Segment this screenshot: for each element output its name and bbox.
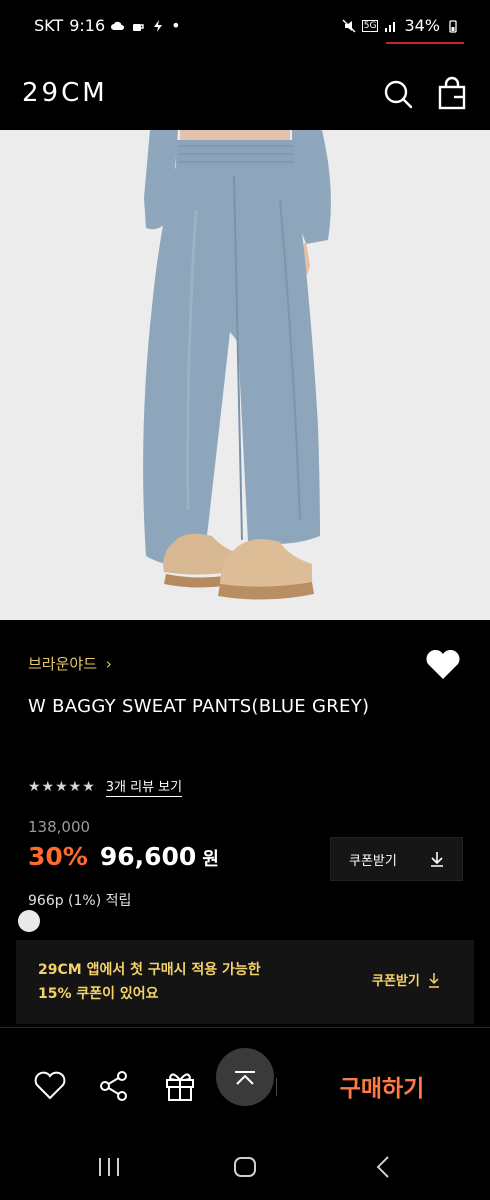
points-info: 966p (1%) 적립: [28, 893, 132, 909]
status-left: SKT 9:16 •: [34, 16, 181, 35]
sale-price: 96,600: [99, 842, 197, 871]
home-button[interactable]: [230, 1152, 260, 1182]
download-icon: [431, 852, 443, 867]
system-nav-bar: [0, 1132, 490, 1200]
notification-dot: •: [171, 16, 181, 35]
app-header: 29CM: [0, 58, 490, 130]
banner-coupon-label: 쿠폰받기: [372, 974, 420, 989]
buy-button[interactable]: 구매하기: [290, 1062, 474, 1110]
download-icon: [428, 972, 439, 988]
review-link[interactable]: 3개 리뷰 보기: [105, 776, 183, 797]
back-icon: [376, 1156, 389, 1178]
battery-low-indicator: [386, 42, 464, 44]
first-purchase-coupon-banner: 29CM 앱에서 첫 구매시 적용 가능한 15% 쿠폰이 있어요 쿠폰받기: [16, 940, 474, 1024]
mute-icon: [342, 19, 356, 32]
coupon-button-label: 쿠폰받기: [349, 853, 397, 869]
clock: 9:16: [69, 16, 106, 35]
floating-dot-handle[interactable]: [18, 910, 40, 932]
recents-button[interactable]: [94, 1152, 124, 1182]
heart-filled-icon: [426, 649, 460, 679]
logo-29cm[interactable]: 29CM: [22, 78, 108, 108]
original-price: 138,000: [28, 818, 91, 836]
coffee-icon: [133, 23, 144, 31]
product-image[interactable]: [0, 130, 490, 620]
gift-icon: [166, 1073, 194, 1101]
carrier-label: SKT: [34, 16, 64, 35]
cloud-icon: [111, 21, 125, 30]
search-button[interactable]: [380, 76, 416, 112]
back-button[interactable]: [368, 1152, 398, 1182]
banner-coupon-button[interactable]: 쿠폰받기: [372, 970, 440, 989]
signal-icon: [385, 21, 396, 32]
product-info: 브라운야드 › W BAGGY SWEAT PANTS(BLUE GREY) ★…: [0, 620, 490, 940]
product-photo-pants: [0, 130, 490, 620]
price-row: 30% 96,600 원: [28, 842, 219, 871]
discount-rate: 30%: [28, 842, 88, 871]
banner-line-2: 15% 쿠폰이 있어요: [38, 986, 159, 1002]
chevron-up-icon: [235, 1071, 255, 1085]
banner-text: 29CM 앱에서 첫 구매시 적용 가능한 15% 쿠폰이 있어요: [38, 958, 261, 1006]
scroll-to-top-button[interactable]: [216, 1048, 274, 1106]
gift-button[interactable]: [162, 1068, 198, 1104]
battery-icon: [449, 19, 457, 33]
coupon-download-button[interactable]: 쿠폰받기: [330, 837, 463, 881]
status-right: 5G 34%: [342, 16, 460, 35]
home-icon: [234, 1157, 256, 1177]
bottom-action-bar: 구매하기: [0, 1028, 490, 1132]
product-title: W BAGGY SWEAT PANTS(BLUE GREY): [28, 696, 370, 717]
battery-label: 34%: [404, 16, 440, 35]
separator: [276, 1078, 277, 1096]
shopping-bag-icon: [438, 76, 466, 110]
banner-line-1: 29CM 앱에서 첫 구매시 적용 가능한: [38, 962, 261, 978]
cart-button[interactable]: [434, 76, 470, 112]
bolt-icon: [154, 19, 163, 32]
search-icon: [384, 80, 413, 109]
wishlist-button[interactable]: [424, 646, 462, 682]
recents-icon: [99, 1158, 119, 1176]
chevron-right-icon: ›: [105, 655, 112, 673]
status-bar: SKT 9:16 • 5G 34%: [0, 0, 490, 58]
star-rating: ★★★★★: [28, 778, 96, 795]
share-icon: [100, 1071, 127, 1101]
network-label: 5G: [361, 19, 379, 32]
like-button[interactable]: [32, 1068, 68, 1104]
share-button[interactable]: [96, 1068, 132, 1104]
currency-unit: 원: [202, 849, 219, 870]
brand-name: 브라운야드: [28, 655, 98, 673]
heart-outline-icon: [34, 1071, 66, 1100]
brand-link[interactable]: 브라운야드 ›: [28, 653, 112, 674]
rating-row: ★★★★★ 3개 리뷰 보기: [28, 776, 183, 797]
